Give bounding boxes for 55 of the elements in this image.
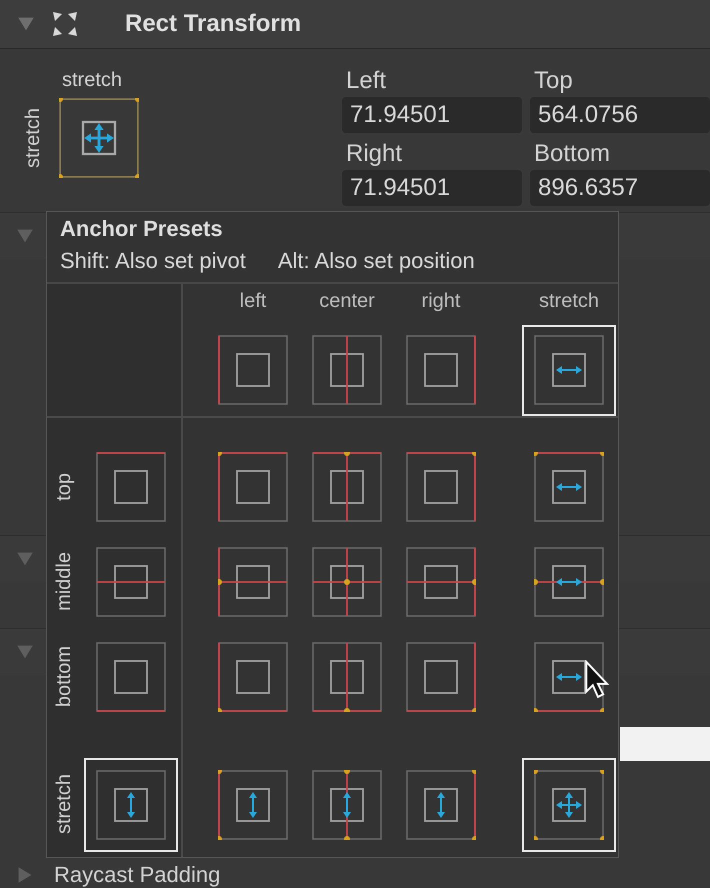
number-field[interactable]: 896.6357 [530,170,710,206]
field-label: Left [345,67,388,96]
number-field[interactable]: 71.94501 [342,170,522,206]
popup-title: Anchor Presets [60,216,224,242]
hint-text: Alt: Also set position [278,248,475,274]
anchor-icon [312,335,382,406]
anchor-icon [406,546,476,616]
anchor-icon [312,642,382,712]
hint-text: Shift: Also set pivot [60,248,246,274]
field-label: Top [533,67,574,96]
anchor-preset-button[interactable] [84,758,178,852]
column-label: left [240,290,266,314]
anchor-icon [218,452,288,522]
anchor-icon [406,335,476,406]
anchor-icon [534,770,604,840]
field-label: Bottom [533,140,612,168]
anchor-preset-button[interactable] [522,324,616,416]
component-title: Rect Transform [125,10,302,38]
anchor-label: stretch [62,69,124,92]
anchor-icon [406,770,476,840]
anchor-icon [96,546,166,616]
anchor-icon [534,642,604,712]
column-label: right [422,290,460,314]
field-label: Right [345,140,404,168]
anchor-icon [96,642,166,712]
row-label: bottom [53,646,76,708]
anchor-icon [534,452,604,522]
anchor-icon [534,546,604,616]
row-label: middle [53,552,76,611]
number-field[interactable]: 71.94501 [342,97,522,133]
number-field[interactable]: 564.0756 [530,97,710,133]
anchor-icon [534,335,604,406]
anchor-icon [406,452,476,522]
anchor-icon [312,770,382,840]
anchor-icon [218,546,288,616]
anchor-icon [406,642,476,712]
anchor-preset-button[interactable] [522,758,616,852]
anchor-label: stretch [22,108,45,168]
anchor-icon [96,770,166,840]
anchor-icon [312,546,382,616]
anchor-icon [312,452,382,522]
row-label: top [53,472,76,500]
anchor-icon [96,452,166,522]
column-label: center [319,290,375,314]
row-label: stretch [53,774,76,835]
rect-transform-icon [50,9,80,39]
cursor-icon [585,660,611,700]
anchor-icon [218,642,288,712]
anchor-icon [218,770,288,840]
fold-arrow-icon[interactable] [17,15,35,33]
color-field[interactable] [620,727,710,761]
anchor-widget[interactable] [59,98,139,178]
anchor-icon [218,335,288,406]
component-title: Raycast Padding [54,862,220,888]
column-label: stretch [538,290,600,314]
